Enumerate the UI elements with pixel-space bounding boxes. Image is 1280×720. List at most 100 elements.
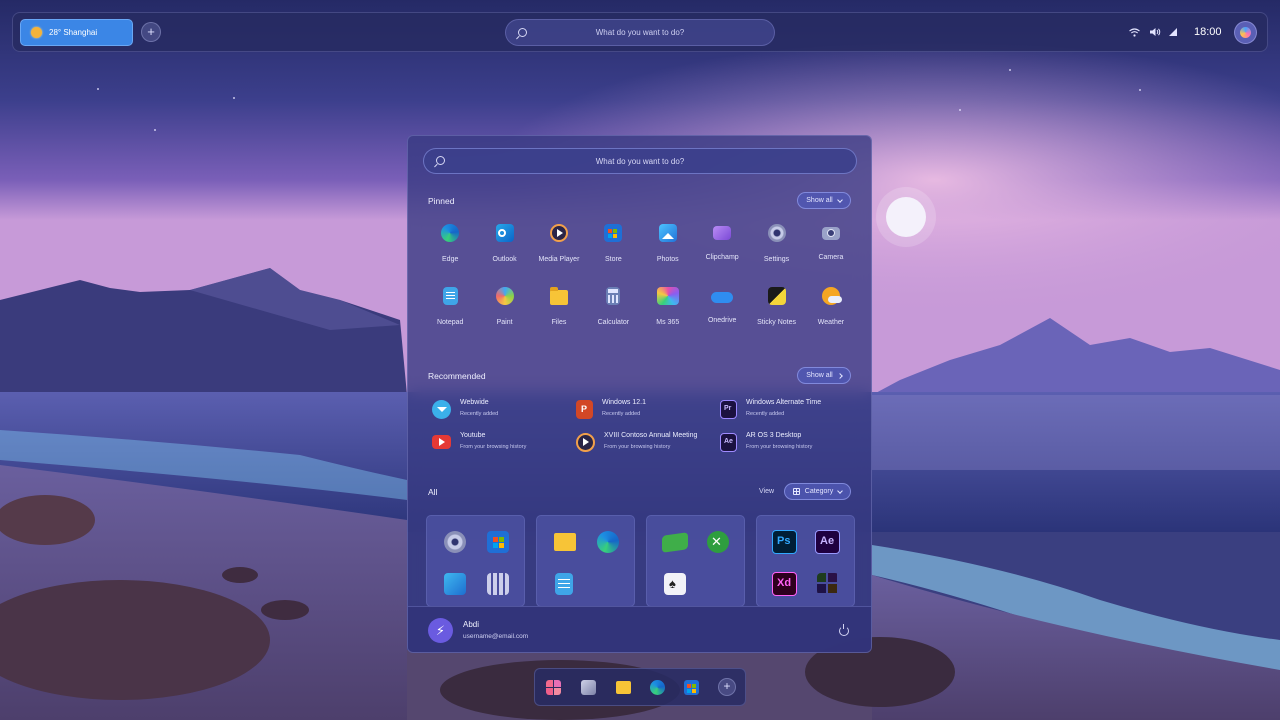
add-widget-button[interactable]: + [141,22,161,42]
task-view-icon[interactable] [581,680,596,695]
search-icon [518,28,527,37]
taskbar: + [534,668,746,706]
app-label: Clipchamp [705,254,739,261]
chevron-down-icon [837,487,844,494]
app-label: Camera [818,254,844,261]
start-footer: ⚡ Abdi username@email.com [408,606,871,652]
pinned-app-calculator[interactable]: Calculator [586,287,640,326]
webwide-icon [432,400,451,419]
premiere-icon: Pr [720,400,737,419]
media-player-icon [576,433,595,452]
store-icon[interactable] [487,531,509,553]
recommended-name: Windows 12.1 [602,399,646,406]
recommended-item[interactable]: Pr Windows Alternate Time Recently added [720,398,864,419]
copilot-icon[interactable] [1234,21,1257,44]
pinned-title: Pinned [428,196,455,206]
recommended-item[interactable]: P Windows 12.1 Recently added [576,398,720,419]
minecraft-icon[interactable] [662,532,688,553]
app-category-games[interactable]: ✕ ♠ [646,515,745,607]
files-icon[interactable] [554,533,576,551]
recommended-subtitle: From your browsing history [460,444,527,450]
pinned-app-photos[interactable]: Photos [641,224,695,263]
recommended-name: XVIII Contoso Annual Meeting [604,432,698,439]
solitaire-icon[interactable]: ♠ [664,573,686,595]
app-category-system[interactable] [426,515,525,607]
pinned-apps-grid: Edge Outlook Media Player Store Photos C… [423,224,858,326]
pinned-app-files[interactable]: Files [532,287,586,326]
store-icon[interactable] [684,680,699,695]
pinned-app-weather[interactable]: Weather [804,287,858,326]
youtube-icon [432,435,451,449]
add-icon[interactable]: + [718,678,736,696]
user-avatar[interactable]: ⚡ [428,618,453,643]
battery-icon[interactable] [1168,27,1178,37]
pinned-app-store[interactable]: Store [586,224,640,263]
wifi-icon[interactable] [1129,28,1140,37]
user-name[interactable]: Abdi [463,620,479,629]
grid-icon [792,488,800,495]
onedrive-icon [711,292,734,303]
notepad-icon[interactable] [555,573,573,595]
recommended-item[interactable]: Ae AR OS 3 Desktop From your browsing hi… [720,431,864,452]
photos-icon [658,224,677,242]
adobe-suite-folder-icon[interactable] [817,573,839,595]
app-label: Files [551,319,567,326]
recommended-item[interactable]: Webwide Recently added [432,398,576,419]
pinned-app-media-player[interactable]: Media Player [532,224,586,263]
top-search-placeholder: What do you want to do? [595,28,685,37]
sticky-notes-icon [767,287,786,305]
pinned-app-ms365[interactable]: Ms 365 [641,287,695,326]
recommended-item[interactable]: Youtube From your browsing history [432,431,576,452]
pinned-app-edge[interactable]: Edge [423,224,477,263]
recommended-subtitle: Recently added [460,411,499,417]
app-category-creative[interactable]: Ps Ae Xd [756,515,855,607]
settings-icon[interactable] [444,531,466,553]
photoshop-label: Ps [777,535,791,547]
windows-start-icon[interactable] [546,680,561,695]
app-label: Paint [496,319,513,326]
remote-desktop-icon[interactable] [444,573,466,595]
pinned-app-onedrive[interactable]: Onedrive [695,287,749,326]
clock[interactable]: 18:00 [1194,26,1222,38]
recommended-show-all-button[interactable]: Show all [797,367,851,384]
recommended-subtitle: From your browsing history [746,444,813,450]
edge-icon[interactable] [650,680,665,695]
app-label: Calculator [597,319,630,326]
app-categories: ✕ ♠ Ps Ae Xd [426,515,855,607]
app-label: Store [605,256,622,263]
recommended-item[interactable]: XVIII Contoso Annual Meeting From your b… [576,431,720,452]
recommended-name: Webwide [460,399,489,406]
app-label: Settings [763,256,790,263]
power-icon[interactable] [839,624,849,636]
photoshop-icon[interactable]: Ps [772,530,797,554]
weather-widget-button[interactable]: 28° Shanghai [20,19,133,46]
edge-icon[interactable] [597,531,619,553]
recommended-subtitle: Recently added [746,411,785,417]
ms365-icon [656,287,679,305]
after-effects-icon[interactable]: Ae [815,530,840,554]
volume-icon[interactable] [1149,27,1161,37]
file-explorer-icon[interactable] [616,681,631,694]
pinned-app-notepad[interactable]: Notepad [423,287,477,326]
pinned-app-settings[interactable]: Settings [749,224,803,263]
camera-icon [821,227,840,240]
powerpoint-icon: P [576,400,593,419]
recommended-name: AR OS 3 Desktop [746,432,802,439]
start-search-input[interactable]: What do you want to do? [423,148,857,174]
recommended-name: Youtube [460,432,486,439]
app-category-productivity[interactable] [536,515,635,607]
pinned-app-sticky-notes[interactable]: Sticky Notes [749,287,803,326]
pinned-app-paint[interactable]: Paint [477,287,531,326]
after-effects-label: Ae [820,535,835,547]
tools-icon[interactable] [487,573,509,595]
pinned-app-camera[interactable]: Camera [804,224,858,263]
pinned-app-outlook[interactable]: Outlook [477,224,531,263]
xd-icon[interactable]: Xd [772,572,797,596]
category-view-dropdown[interactable]: Category [784,483,851,500]
pinned-app-clipchamp[interactable]: Clipchamp [695,224,749,263]
pinned-show-all-button[interactable]: Show all [797,192,851,209]
chevron-right-icon [836,372,843,379]
media-player-icon [549,224,568,242]
xbox-icon[interactable]: ✕ [707,531,729,553]
top-search-bar[interactable]: What do you want to do? [505,19,775,46]
